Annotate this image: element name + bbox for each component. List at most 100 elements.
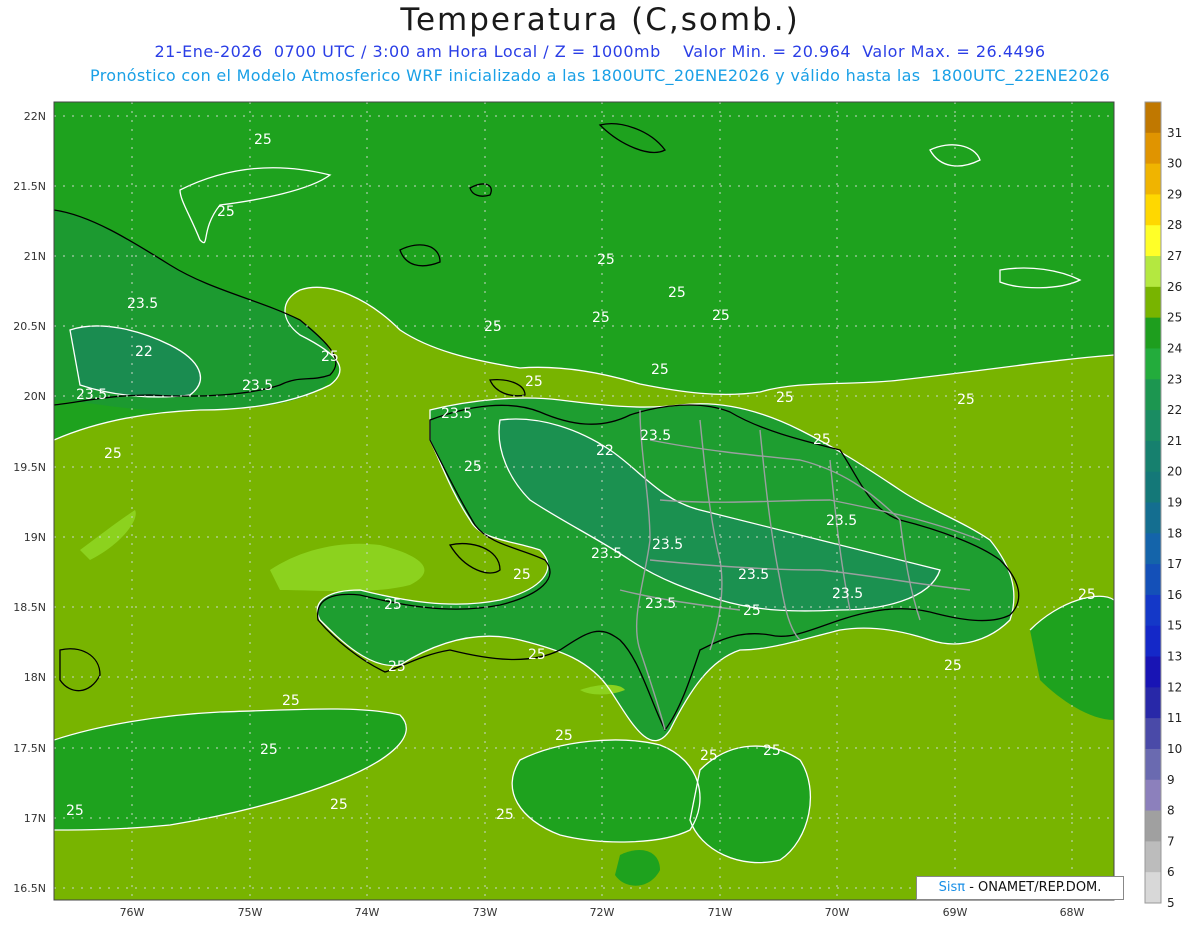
colorbar-swatch xyxy=(1145,718,1161,750)
colorbar-label: 10 xyxy=(1167,742,1182,756)
lon-tick-label: 73W xyxy=(473,906,498,919)
colorbar-swatch xyxy=(1145,687,1161,719)
colorbar-swatch xyxy=(1145,564,1161,596)
lat-tick-label: 21N xyxy=(24,250,46,263)
colorbar-label: 28 xyxy=(1167,218,1182,232)
contour-label: 25 xyxy=(321,349,339,365)
contour-label: 23.5 xyxy=(242,378,273,394)
colorbar-swatch xyxy=(1145,625,1161,658)
colorbar-label: 13 xyxy=(1167,650,1182,664)
contour-label: 25 xyxy=(388,659,406,675)
contour-label: 25 xyxy=(651,362,669,378)
colorbar-swatch xyxy=(1145,594,1161,627)
lat-tick-label: 18N xyxy=(24,671,46,684)
lon-tick-label: 71W xyxy=(708,906,733,919)
colorbar-swatch xyxy=(1145,471,1161,503)
colorbar-label: 25 xyxy=(1167,311,1182,325)
contour-label: 25 xyxy=(743,603,761,619)
contour-label: 23.5 xyxy=(441,406,472,422)
colorbar-label: 23 xyxy=(1167,372,1182,386)
lat-axis: 22N 21.5N 21N 20.5N 20N 19.5N 19N 18.5N … xyxy=(13,110,46,895)
contour-label: 25 xyxy=(763,743,781,759)
lat-tick-label: 22N xyxy=(24,110,46,123)
colorbar-label: 20 xyxy=(1167,465,1182,479)
colorbar-label: 7 xyxy=(1167,834,1175,848)
colorbar-label: 30 xyxy=(1167,157,1182,171)
colorbar-label: 16 xyxy=(1167,588,1182,602)
contour-label: 25 xyxy=(254,132,272,148)
colorbar-swatch xyxy=(1145,132,1161,165)
colorbar-label: 11 xyxy=(1167,711,1182,725)
contour-label: 23.5 xyxy=(832,586,863,602)
contour-label: 25 xyxy=(712,308,730,324)
contour-label: 25 xyxy=(944,658,962,674)
lat-tick-label: 17.5N xyxy=(13,742,46,755)
lat-tick-label: 18.5N xyxy=(13,601,46,614)
colorbar-label: 12 xyxy=(1167,680,1182,694)
contour-label: 25 xyxy=(260,742,278,758)
contour-label: 25 xyxy=(282,693,300,709)
lat-tick-label: 20.5N xyxy=(13,320,46,333)
colorbar-label: 26 xyxy=(1167,280,1182,294)
colorbar-label: 15 xyxy=(1167,619,1182,633)
colorbar-swatch xyxy=(1145,317,1161,349)
contour-label: 25 xyxy=(1078,587,1096,603)
lon-tick-label: 75W xyxy=(238,906,263,919)
contour-label: 23.5 xyxy=(76,387,107,403)
contour-label: 23.5 xyxy=(127,296,158,312)
lon-tick-label: 72W xyxy=(590,906,615,919)
colorbar-swatch xyxy=(1145,502,1161,534)
colorbar-label: 9 xyxy=(1167,773,1175,787)
contour-label: 25 xyxy=(104,446,122,462)
contour-label: 22 xyxy=(135,344,153,360)
lat-tick-label: 19N xyxy=(24,531,46,544)
contour-label: 25 xyxy=(597,252,615,268)
lon-tick-label: 70W xyxy=(825,906,850,919)
lat-tick-label: 21.5N xyxy=(13,180,46,193)
lat-tick-label: 19.5N xyxy=(13,461,46,474)
colorbar-label: 24 xyxy=(1167,341,1182,355)
contour-label: 25 xyxy=(496,807,514,823)
contour-label: 25 xyxy=(66,803,84,819)
colorbar-label: 27 xyxy=(1167,249,1182,263)
colorbar-swatch xyxy=(1145,440,1161,473)
contour-label: 23.5 xyxy=(738,567,769,583)
contour-label: 25 xyxy=(668,285,686,301)
contour-label: 22 xyxy=(596,443,614,459)
colorbar-label: 22 xyxy=(1167,403,1182,417)
contour-label: 23.5 xyxy=(591,546,622,562)
contour-label: 25 xyxy=(813,432,831,448)
colorbar-label: 21 xyxy=(1167,434,1182,448)
colorbar-swatch xyxy=(1145,256,1161,288)
lat-tick-label: 17N xyxy=(24,812,46,825)
contour-label: 25 xyxy=(217,204,235,220)
colorbar-label: 19 xyxy=(1167,496,1182,510)
colorbar-swatch xyxy=(1145,194,1161,226)
contour-label: 25 xyxy=(528,647,546,663)
contour-label: 23.5 xyxy=(640,428,671,444)
colorbar-swatch xyxy=(1145,779,1161,812)
colorbar-swatch xyxy=(1145,286,1161,319)
colorbar-swatch xyxy=(1145,841,1161,873)
colorbar-label: 31 xyxy=(1167,126,1182,140)
contour-label: 23.5 xyxy=(645,596,676,612)
contour-label: 25 xyxy=(513,567,531,583)
lat-tick-label: 20N xyxy=(24,390,46,403)
contour-label: 25 xyxy=(330,797,348,813)
lon-tick-label: 74W xyxy=(355,906,380,919)
lon-axis: 76W 75W 74W 73W 72W 71W 70W 69W 68W xyxy=(120,906,1085,919)
colorbar: 31 30 29 28 27 26 25 24 23 22 21 20 19 18 17 16 15 13 12 11… xyxy=(1144,101,1182,910)
lon-tick-label: 68W xyxy=(1060,906,1085,919)
contour-label: 25 xyxy=(464,459,482,475)
colorbar-swatch xyxy=(1145,410,1161,442)
colorbar-label: 5 xyxy=(1167,896,1175,910)
lat-tick-label: 16.5N xyxy=(13,882,46,895)
colorbar-swatch xyxy=(1145,102,1161,134)
lon-tick-label: 76W xyxy=(120,906,145,919)
credit-box: Sisπ - ONAMET/REP.DOM. xyxy=(916,876,1124,900)
contour-label: 25 xyxy=(555,728,573,744)
colorbar-label: 17 xyxy=(1167,557,1182,571)
colorbar-swatch xyxy=(1145,810,1161,842)
contour-label: 25 xyxy=(525,374,543,390)
colorbar-swatch xyxy=(1145,872,1161,904)
